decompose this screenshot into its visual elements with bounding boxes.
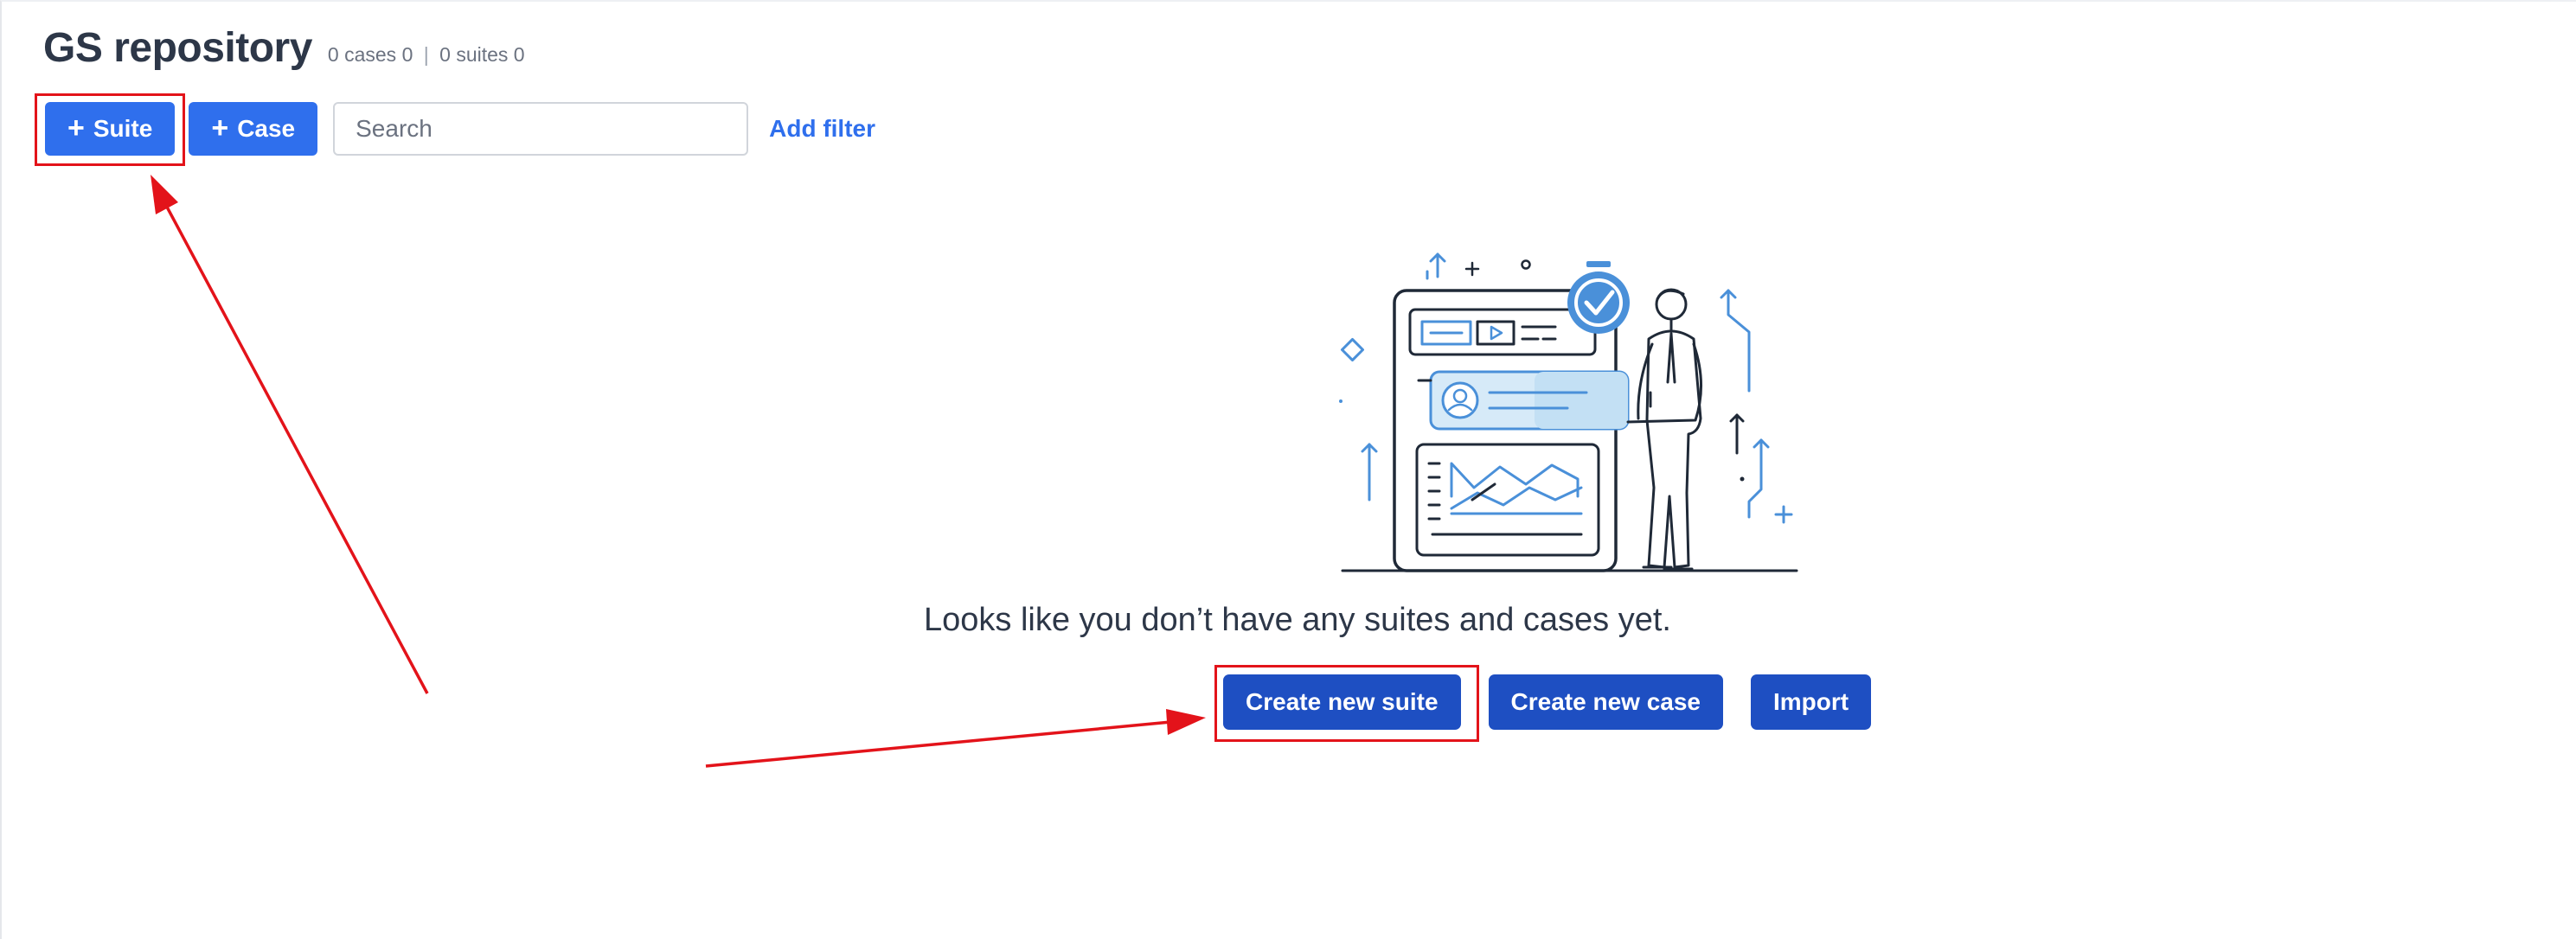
create-new-case-button[interactable]: Create new case [1488, 674, 1723, 730]
page-title: GS repository [43, 25, 312, 71]
plus-icon: + [211, 111, 229, 144]
add-suite-label: Suite [93, 115, 153, 142]
search-input[interactable] [333, 102, 749, 156]
cases-count: 0 cases 0 [327, 43, 413, 66]
add-case-button[interactable]: + Case [189, 102, 318, 156]
create-new-suite-button[interactable]: Create new suite [1223, 674, 1461, 730]
add-case-label: Case [237, 115, 296, 142]
empty-state-message: Looks like you don’t have any suites and… [924, 602, 1671, 638]
toolbar: + Suite + Case Add filter [45, 102, 875, 156]
plus-icon: + [67, 111, 85, 144]
page-header: GS repository 0 cases 0 | 0 suites 0 [43, 24, 525, 72]
counts-separator: | [423, 43, 429, 66]
repository-counts: 0 cases 0 | 0 suites 0 [328, 43, 525, 67]
add-filter-link[interactable]: Add filter [769, 115, 875, 143]
repository-page: GS repository 0 cases 0 | 0 suites 0 + S… [0, 0, 2576, 939]
suites-count: 0 suites 0 [439, 43, 525, 66]
empty-state-actions: Create new suite Create new case Import [1223, 674, 1872, 730]
empty-state-illustration [1339, 252, 1798, 572]
import-button[interactable]: Import [1751, 674, 1872, 730]
arrow-to-create-suite [705, 709, 1206, 768]
add-suite-button[interactable]: + Suite [45, 102, 176, 156]
